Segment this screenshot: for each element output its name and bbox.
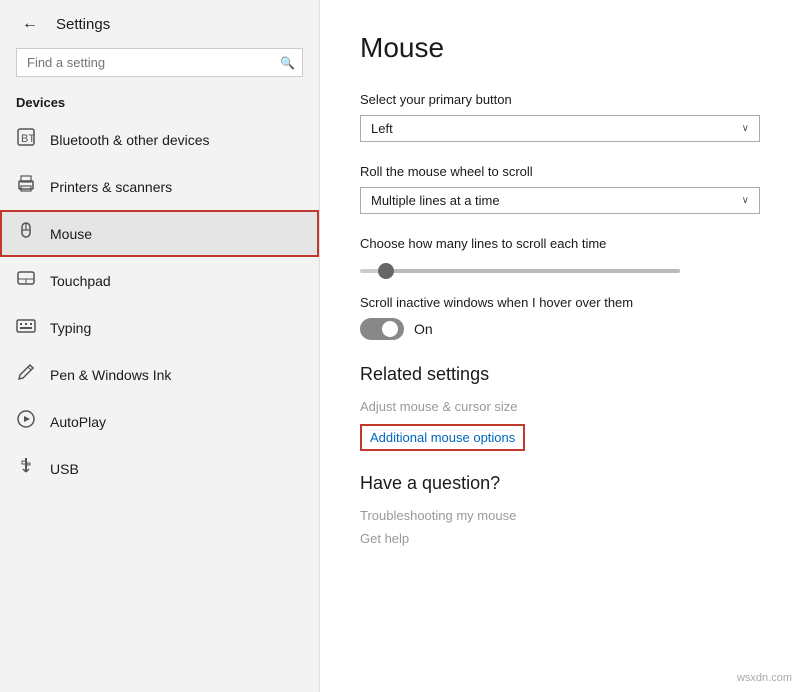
search-box: 🔍 xyxy=(16,48,303,77)
have-question-title: Have a question? xyxy=(360,473,760,494)
nav-list: BT Bluetooth & other devices Printers & … xyxy=(0,116,319,492)
sidebar-item-printers[interactable]: Printers & scanners xyxy=(0,163,319,210)
usb-icon xyxy=(16,456,36,481)
primary-button-value: Left xyxy=(371,121,393,136)
printer-icon xyxy=(16,174,36,199)
toggle-thumb xyxy=(382,321,398,337)
typing-icon xyxy=(16,315,36,340)
bluetooth-icon: BT xyxy=(16,127,36,152)
back-button[interactable]: ← xyxy=(16,14,44,34)
scroll-wheel-dropdown[interactable]: Multiple lines at a time ∨ xyxy=(360,187,760,214)
main-content: Mouse Select your primary button Left ∨ … xyxy=(320,0,800,692)
slider-thumb[interactable] xyxy=(378,263,394,279)
touchpad-icon xyxy=(16,268,36,293)
chevron-down-icon: ∨ xyxy=(742,195,749,206)
scroll-wheel-value: Multiple lines at a time xyxy=(371,193,500,208)
troubleshoot-link: Troubleshooting my mouse xyxy=(360,508,760,523)
primary-button-group: Select your primary button Left ∨ xyxy=(360,92,760,142)
sidebar-item-bluetooth[interactable]: BT Bluetooth & other devices xyxy=(0,116,319,163)
scroll-wheel-label: Roll the mouse wheel to scroll xyxy=(360,164,760,179)
sidebar-item-label: Printers & scanners xyxy=(50,179,172,195)
scroll-lines-label: Choose how many lines to scroll each tim… xyxy=(360,236,760,251)
search-input[interactable] xyxy=(16,48,303,77)
additional-mouse-options-link[interactable]: Additional mouse options xyxy=(360,424,525,451)
get-help-link: Get help xyxy=(360,531,760,546)
chevron-down-icon: ∨ xyxy=(742,123,749,134)
mouse-icon xyxy=(16,221,36,246)
related-settings-title: Related settings xyxy=(360,364,760,385)
toggle-track xyxy=(360,318,404,340)
sidebar: ← Settings 🔍 Devices BT Bluetooth & othe… xyxy=(0,0,320,692)
inactive-scroll-toggle-row: On xyxy=(360,318,760,340)
sidebar-item-label: Typing xyxy=(50,320,91,336)
adjust-cursor-link: Adjust mouse & cursor size xyxy=(360,399,760,414)
svg-text:BT: BT xyxy=(21,133,35,145)
sidebar-item-mouse[interactable]: Mouse xyxy=(0,210,319,257)
devices-section-label: Devices xyxy=(0,89,319,116)
sidebar-header: ← Settings xyxy=(0,0,319,44)
sidebar-title: Settings xyxy=(56,16,110,33)
scroll-lines-slider-container xyxy=(360,259,760,273)
slider-track xyxy=(360,269,680,273)
inactive-scroll-group: Scroll inactive windows when I hover ove… xyxy=(360,295,760,340)
primary-button-dropdown[interactable]: Left ∨ xyxy=(360,115,760,142)
toggle-on-label: On xyxy=(414,321,433,337)
sidebar-item-autoplay[interactable]: AutoPlay xyxy=(0,398,319,445)
sidebar-item-label: Pen & Windows Ink xyxy=(50,367,171,383)
sidebar-item-label: USB xyxy=(50,461,79,477)
sidebar-item-pen[interactable]: Pen & Windows Ink xyxy=(0,351,319,398)
sidebar-item-label: Mouse xyxy=(50,226,92,242)
search-icon: 🔍 xyxy=(280,56,295,70)
sidebar-item-label: AutoPlay xyxy=(50,414,106,430)
pen-icon xyxy=(16,362,36,387)
autoplay-icon xyxy=(16,409,36,434)
primary-button-label: Select your primary button xyxy=(360,92,760,107)
watermark: wsxdn.com xyxy=(737,672,792,684)
sidebar-item-label: Touchpad xyxy=(50,273,111,289)
scroll-lines-group: Choose how many lines to scroll each tim… xyxy=(360,236,760,273)
inactive-scroll-toggle[interactable] xyxy=(360,318,404,340)
inactive-scroll-label: Scroll inactive windows when I hover ove… xyxy=(360,295,760,310)
sidebar-item-usb[interactable]: USB xyxy=(0,445,319,492)
scroll-wheel-group: Roll the mouse wheel to scroll Multiple … xyxy=(360,164,760,214)
sidebar-item-typing[interactable]: Typing xyxy=(0,304,319,351)
sidebar-item-label: Bluetooth & other devices xyxy=(50,132,210,148)
page-title: Mouse xyxy=(360,32,760,64)
sidebar-item-touchpad[interactable]: Touchpad xyxy=(0,257,319,304)
